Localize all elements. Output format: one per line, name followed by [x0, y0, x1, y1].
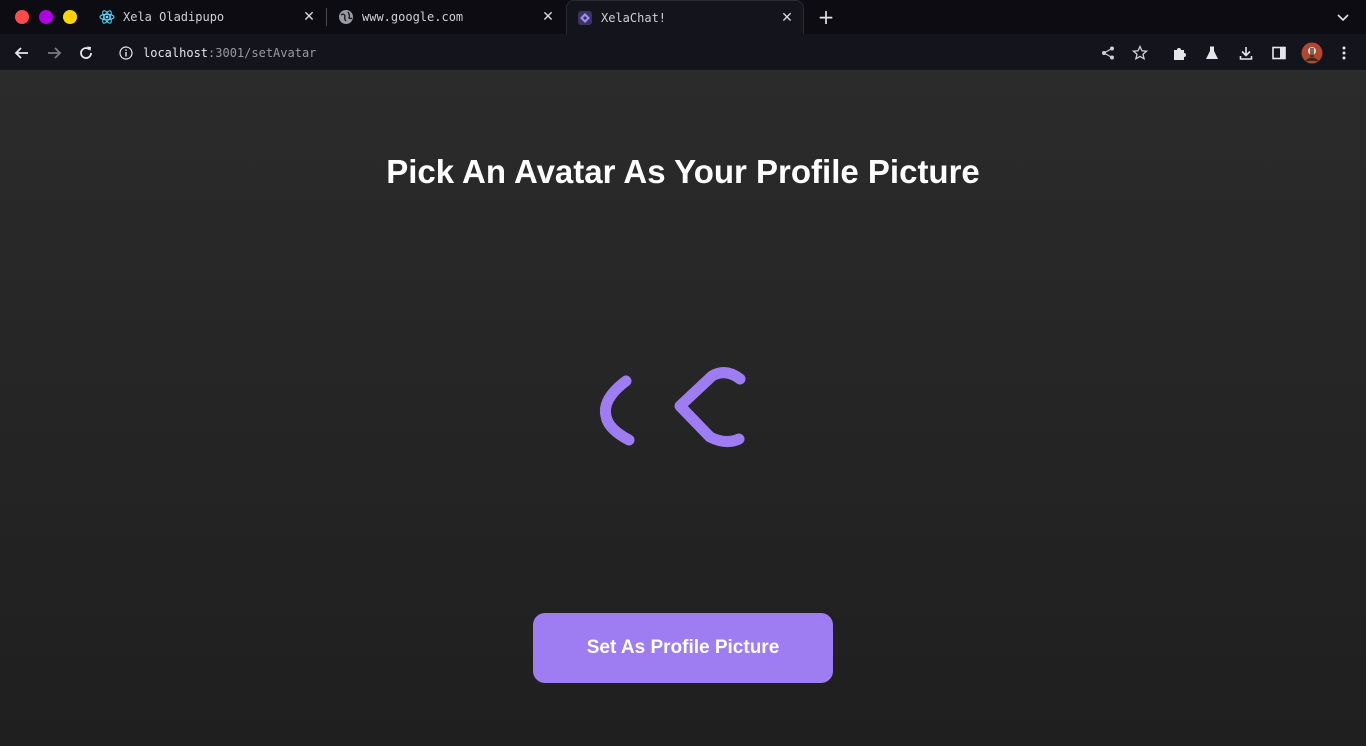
- set-avatar-page: Pick An Avatar As Your Profile Picture S…: [0, 71, 1366, 746]
- page-title: Pick An Avatar As Your Profile Picture: [386, 153, 980, 190]
- window-close-button[interactable]: [15, 10, 29, 24]
- url-host: localhost: [143, 45, 209, 60]
- bookmark-button[interactable]: [1127, 40, 1153, 66]
- extensions-button[interactable]: [1167, 40, 1193, 66]
- tab-title: www.google.com: [362, 10, 464, 24]
- url-text: localhost:3001/setAvatar: [143, 46, 316, 60]
- tab-close-icon[interactable]: ✕: [538, 7, 558, 27]
- back-button[interactable]: [9, 40, 35, 66]
- tab-title: Xela Oladipupo: [123, 10, 225, 24]
- star-icon: [1132, 45, 1148, 61]
- tab-xela-oladipupo[interactable]: Xela Oladipupo ✕: [89, 0, 325, 34]
- side-panel-button[interactable]: [1266, 40, 1292, 66]
- window-maximize-button[interactable]: [63, 10, 77, 24]
- tab-close-icon[interactable]: ✕: [299, 7, 319, 27]
- arrow-left-icon: [14, 47, 28, 59]
- labs-button[interactable]: [1199, 40, 1225, 66]
- loading-spinner-icon: [599, 367, 746, 448]
- site-info-icon[interactable]: [118, 45, 134, 61]
- arrow-right-icon: [48, 47, 62, 59]
- url-path: :3001/setAvatar: [208, 45, 317, 60]
- download-icon: [1239, 47, 1253, 60]
- more-vertical-icon: [1342, 46, 1346, 60]
- browser-menu-button[interactable]: [1331, 40, 1357, 66]
- forward-button[interactable]: [41, 40, 67, 66]
- reload-icon: [80, 46, 92, 59]
- globe-icon: [338, 9, 354, 25]
- profile-avatar[interactable]: [1299, 40, 1325, 66]
- share-button[interactable]: [1095, 40, 1121, 66]
- tab-divider: [326, 8, 327, 26]
- tab-search-chevron-icon[interactable]: [1332, 6, 1354, 28]
- share-icon: [1102, 46, 1114, 60]
- react-icon: [99, 9, 115, 25]
- new-tab-button[interactable]: +: [814, 5, 838, 29]
- tab-google[interactable]: www.google.com ✕: [328, 0, 564, 34]
- address-bar[interactable]: localhost:3001/setAvatar: [110, 38, 1156, 67]
- downloads-button[interactable]: [1233, 40, 1259, 66]
- flask-icon: [1206, 46, 1218, 59]
- browser-tab-strip: Xela Oladipupo ✕ www.google.com ✕ XelaCh…: [0, 0, 1366, 34]
- window-minimize-button[interactable]: [39, 10, 53, 24]
- reload-button[interactable]: [73, 40, 99, 66]
- tab-xelachat[interactable]: XelaChat! ✕: [566, 0, 804, 34]
- xelachat-icon: [577, 10, 593, 26]
- side-panel-icon: [1272, 46, 1286, 60]
- tab-title: XelaChat!: [601, 10, 667, 25]
- set-profile-picture-button[interactable]: Set As Profile Picture: [533, 613, 833, 683]
- tab-close-icon[interactable]: ✕: [777, 8, 797, 28]
- browser-toolbar: localhost:3001/setAvatar: [0, 34, 1366, 71]
- puzzle-icon: [1174, 48, 1186, 60]
- profile-picture-icon: [1301, 42, 1323, 64]
